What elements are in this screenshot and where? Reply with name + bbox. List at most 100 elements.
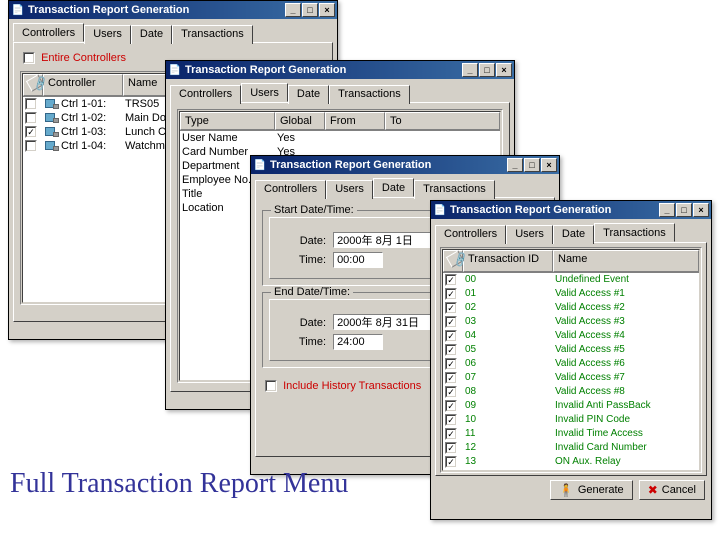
col-to[interactable]: To	[385, 112, 500, 130]
transaction-row[interactable]: 12Invalid Card Number	[443, 441, 699, 455]
tab-users[interactable]: Users	[241, 83, 288, 102]
row-checkbox[interactable]	[445, 288, 457, 300]
transaction-row[interactable]: 10Invalid PIN Code	[443, 413, 699, 427]
transaction-row[interactable]: 14OFF Aux. Relay	[443, 469, 699, 471]
row-checkbox[interactable]	[445, 372, 457, 384]
app-icon: 📄	[253, 158, 267, 172]
transaction-row[interactable]: 01Valid Access #1	[443, 287, 699, 301]
close-button[interactable]: ×	[693, 203, 709, 217]
start-time-input[interactable]	[333, 252, 383, 268]
row-checkbox[interactable]	[445, 302, 457, 314]
transaction-row[interactable]: 08Valid Access #8	[443, 385, 699, 399]
maximize-button[interactable]: □	[479, 63, 495, 77]
entire-controllers-checkbox[interactable]	[23, 52, 35, 64]
controller-icon	[45, 141, 59, 151]
tab-users[interactable]: Users	[326, 180, 373, 199]
titlebar[interactable]: 📄 Transaction Report Generation _ □ ×	[251, 156, 559, 174]
transaction-row[interactable]: 09Invalid Anti PassBack	[443, 399, 699, 413]
transaction-row[interactable]: 06Valid Access #6	[443, 357, 699, 371]
maximize-button[interactable]: □	[676, 203, 692, 217]
include-history-label: Include History Transactions	[283, 380, 421, 392]
row-checkbox[interactable]	[25, 112, 37, 124]
tab-transactions[interactable]: Transactions	[594, 223, 675, 242]
date-label: Date:	[276, 317, 326, 329]
row-checkbox[interactable]	[25, 98, 37, 110]
tab-controllers[interactable]: Controllers	[435, 225, 506, 244]
col-trans-name[interactable]: Name	[553, 250, 699, 272]
controller-icon	[45, 127, 59, 137]
generate-label: Generate	[578, 484, 624, 496]
minimize-button[interactable]: _	[659, 203, 675, 217]
row-checkbox[interactable]	[445, 428, 457, 440]
cancel-button[interactable]: ✖ Cancel	[639, 480, 705, 500]
col-type[interactable]: Type	[180, 112, 275, 130]
close-button[interactable]: ×	[496, 63, 512, 77]
tab-date[interactable]: Date	[288, 85, 329, 104]
tab-date[interactable]: Date	[553, 225, 594, 244]
app-icon: 📄	[11, 3, 25, 17]
close-button[interactable]: ×	[319, 3, 335, 17]
row-checkbox[interactable]	[445, 316, 457, 328]
minimize-button[interactable]: _	[285, 3, 301, 17]
row-checkbox[interactable]	[445, 274, 457, 286]
row-checkbox[interactable]	[445, 442, 457, 454]
cancel-icon: ✖	[648, 483, 658, 497]
row-checkbox[interactable]	[445, 386, 457, 398]
row-checkbox[interactable]	[445, 358, 457, 370]
maximize-button[interactable]: □	[302, 3, 318, 17]
transaction-row[interactable]: 07Valid Access #7	[443, 371, 699, 385]
generate-button[interactable]: 🧍 Generate	[550, 480, 633, 500]
start-legend: Start Date/Time:	[271, 204, 357, 216]
col-from[interactable]: From	[325, 112, 385, 130]
row-checkbox[interactable]	[445, 470, 457, 471]
row-checkbox[interactable]	[25, 126, 37, 138]
tab-users[interactable]: Users	[506, 225, 553, 244]
row-checkbox[interactable]	[25, 140, 37, 152]
titlebar[interactable]: 📄 Transaction Report Generation _ □ ×	[9, 1, 337, 19]
row-checkbox[interactable]	[445, 344, 457, 356]
row-checkbox[interactable]	[445, 456, 457, 468]
minimize-button[interactable]: _	[462, 63, 478, 77]
tab-users[interactable]: Users	[84, 25, 131, 44]
transaction-row[interactable]: 05Valid Access #5	[443, 343, 699, 357]
col-trans-id[interactable]: Transaction ID	[463, 250, 553, 272]
app-icon: 📄	[168, 63, 182, 77]
user-row[interactable]: User NameYes	[180, 131, 500, 145]
tab-controllers[interactable]: Controllers	[255, 180, 326, 199]
end-legend: End Date/Time:	[271, 286, 353, 298]
transaction-row[interactable]: 02Valid Access #2	[443, 301, 699, 315]
date-label: Date:	[276, 235, 326, 247]
entire-controllers-label: Entire Controllers	[41, 52, 126, 64]
tab-transactions[interactable]: Transactions	[329, 85, 410, 104]
cancel-label: Cancel	[662, 484, 696, 496]
transaction-row[interactable]: 03Valid Access #3	[443, 315, 699, 329]
titlebar[interactable]: 📄 Transaction Report Generation _ □ ×	[166, 61, 514, 79]
titlebar[interactable]: 📄 Transaction Report Generation _ □ ×	[431, 201, 711, 219]
time-label: Time:	[276, 254, 326, 266]
transaction-row[interactable]: 00Undefined Event	[443, 273, 699, 287]
transaction-row[interactable]: 13ON Aux. Relay	[443, 455, 699, 469]
transaction-row[interactable]: 11Invalid Time Access	[443, 427, 699, 441]
tab-controllers[interactable]: Controllers	[170, 85, 241, 104]
tab-transactions[interactable]: Transactions	[172, 25, 253, 44]
row-checkbox[interactable]	[445, 414, 457, 426]
tab-transactions[interactable]: Transactions	[414, 180, 495, 199]
maximize-button[interactable]: □	[524, 158, 540, 172]
tab-date[interactable]: Date	[131, 25, 172, 44]
row-checkbox[interactable]	[445, 330, 457, 342]
close-button[interactable]: ×	[541, 158, 557, 172]
row-checkbox[interactable]	[445, 400, 457, 412]
end-time-input[interactable]	[333, 334, 383, 350]
col-controller[interactable]: Controller	[43, 74, 123, 96]
tab-bar: Controllers Users Date Transactions	[435, 223, 707, 242]
time-label: Time:	[276, 336, 326, 348]
col-global[interactable]: Global	[275, 112, 325, 130]
tab-controllers[interactable]: Controllers	[13, 23, 84, 42]
window-title: Transaction Report Generation	[185, 64, 462, 76]
tab-date[interactable]: Date	[373, 178, 414, 197]
transaction-row[interactable]: 04Valid Access #4	[443, 329, 699, 343]
minimize-button[interactable]: _	[507, 158, 523, 172]
person-icon: 🧍	[559, 483, 574, 497]
include-history-checkbox[interactable]	[265, 380, 277, 392]
tab-bar: Controllers Users Date Transactions	[255, 178, 555, 197]
